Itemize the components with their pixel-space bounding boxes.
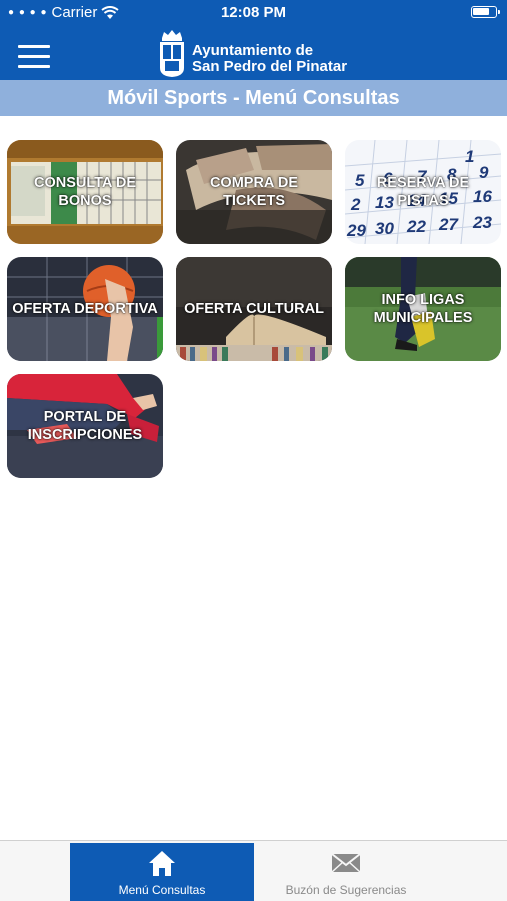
tile-label: OFERTA DEPORTIVA <box>12 301 158 317</box>
coat-of-arms-icon <box>160 30 184 77</box>
brand-title: Ayuntamiento de San Pedro del Pinatar <box>192 43 347 75</box>
tile-label: COMPRA DE TICKETS <box>209 175 299 209</box>
battery-icon <box>471 6 500 18</box>
tile-portal-inscripciones[interactable]: PORTAL DE INSCRIPCIONES <box>7 374 163 478</box>
tile-label: RESERVA DE PISTAS <box>376 175 470 209</box>
envelope-icon <box>332 853 360 873</box>
tile-label: CONSULTA DE BONOS <box>33 175 137 209</box>
tab-label: Menú Consultas <box>118 883 206 897</box>
brand-line-1: Ayuntamiento de <box>192 42 314 59</box>
home-icon <box>149 851 175 876</box>
brand-line-2: San Pedro del Pinatar <box>192 58 348 75</box>
bottom-tab-bar: Menú Consultas Buzón de Sugerencias <box>0 840 507 901</box>
tab-menu-consultas[interactable]: Menú Consultas <box>70 843 254 901</box>
tile-consulta-bonos[interactable]: CONSULTA DE BONOS <box>7 140 163 244</box>
tab-buzon-sugerencias[interactable]: Buzón de Sugerencias <box>254 843 438 901</box>
app-header: Ayuntamiento de San Pedro del Pinatar <box>0 26 507 80</box>
tile-reserva-pistas[interactable]: 1 56789 2 13 14 15 16 29 30 22 27 23 RESERVA DE … <box>345 140 501 244</box>
tile-label: PORTAL DE INSCRIPCIONES <box>27 409 143 443</box>
tile-oferta-cultural[interactable]: OFERTA CULTURAL <box>176 257 332 361</box>
hamburger-menu-icon[interactable] <box>18 45 50 69</box>
page-title: Móvil Sports - Menú Consultas <box>0 80 507 116</box>
tile-oferta-deportiva[interactable]: OFERTA DEPORTIVA <box>7 257 163 361</box>
status-bar: ● ● ● ● Carrier 12:08 PM <box>0 0 507 26</box>
tile-compra-tickets[interactable]: COMPRA DE TICKETS <box>176 140 332 244</box>
tile-label: INFO LIGAS MUNICIPALES <box>373 292 473 326</box>
tile-info-ligas[interactable]: INFO LIGAS MUNICIPALES <box>345 257 501 361</box>
clock: 12:08 PM <box>220 4 287 21</box>
tab-label: Buzón de Sugerencias <box>285 883 407 897</box>
tile-label: OFERTA CULTURAL <box>184 301 324 317</box>
